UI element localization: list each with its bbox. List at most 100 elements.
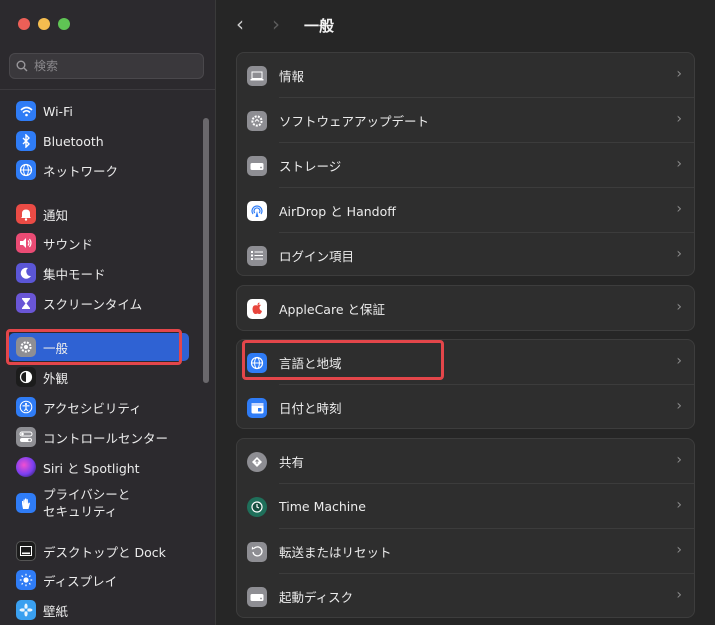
sidebar-scrollbar[interactable] bbox=[203, 118, 209, 383]
sidebar-item-label: 外観 bbox=[43, 370, 69, 386]
reset-icon bbox=[247, 541, 267, 562]
zoom-window-button[interactable] bbox=[58, 18, 70, 30]
row-label: 情報 bbox=[279, 69, 305, 84]
sidebar-item-label: Siri と Spotlight bbox=[43, 460, 140, 476]
sidebar-divider bbox=[0, 89, 215, 90]
time-machine-icon bbox=[247, 496, 267, 517]
update-gear-icon bbox=[247, 110, 267, 131]
row-transfer-reset[interactable]: 転送またはリセット › bbox=[237, 529, 694, 574]
settings-group-sharing: 共有 › Time Machine › 転送またはリセット › 起動ディスク › bbox=[236, 438, 695, 618]
chevron-right-icon: › bbox=[676, 201, 682, 217]
row-airdrop-handoff[interactable]: AirDrop と Handoff › bbox=[237, 188, 694, 233]
row-software-update[interactable]: ソフトウェアアップデート › bbox=[237, 98, 694, 143]
back-chevron-icon[interactable]: ‹ bbox=[236, 12, 244, 36]
chevron-right-icon: › bbox=[676, 111, 682, 127]
airdrop-icon bbox=[247, 200, 267, 221]
row-date-time[interactable]: 日付と時刻 › bbox=[237, 385, 694, 430]
row-about[interactable]: 情報 › bbox=[237, 53, 694, 98]
sidebar-item-label: ネットワーク bbox=[43, 163, 119, 179]
list-icon bbox=[247, 245, 267, 266]
sidebar-item-label: Wi-Fi bbox=[43, 103, 73, 119]
row-login-items[interactable]: ログイン項目 › bbox=[237, 233, 694, 278]
chevron-right-icon: › bbox=[676, 398, 682, 414]
sidebar-item-notifications[interactable]: 通知 bbox=[9, 200, 189, 228]
sidebar-item-sound[interactable]: サウンド bbox=[9, 229, 189, 257]
row-language-region[interactable]: 言語と地域 › bbox=[237, 340, 694, 385]
sidebar: Wi-Fi Bluetooth ネットワーク 通知 サウンド bbox=[0, 0, 216, 625]
search-field[interactable] bbox=[9, 53, 204, 79]
row-label: 日付と時刻 bbox=[279, 401, 342, 416]
sidebar-item-siri-spotlight[interactable]: Siri と Spotlight bbox=[9, 453, 189, 481]
row-storage[interactable]: ストレージ › bbox=[237, 143, 694, 188]
chevron-right-icon: › bbox=[676, 587, 682, 603]
sidebar-item-label: アクセシビリティ bbox=[43, 400, 142, 416]
chevron-right-icon: › bbox=[676, 353, 682, 369]
page-title: 一般 bbox=[304, 17, 335, 35]
sidebar-item-label: デスクトップと Dock bbox=[43, 544, 166, 560]
settings-group-about: 情報 › ソフトウェアアップデート › ストレージ › AirDrop と Ha… bbox=[236, 52, 695, 276]
sidebar-item-label: 集中モード bbox=[43, 266, 106, 282]
chevron-right-icon: › bbox=[676, 542, 682, 558]
flower-icon bbox=[16, 600, 36, 620]
globe-icon bbox=[16, 160, 36, 180]
chevron-right-icon: › bbox=[676, 156, 682, 172]
sidebar-item-label: 一般 bbox=[43, 340, 69, 356]
toolbar: ‹ › 一般 bbox=[216, 0, 715, 50]
apple-icon bbox=[247, 298, 267, 319]
window-controls bbox=[18, 18, 70, 30]
sidebar-item-network[interactable]: ネットワーク bbox=[9, 156, 189, 184]
sidebar-item-label: Bluetooth bbox=[43, 133, 104, 149]
globe-icon bbox=[247, 352, 267, 373]
chevron-right-icon: › bbox=[676, 246, 682, 262]
minimize-window-button[interactable] bbox=[38, 18, 50, 30]
sidebar-item-displays[interactable]: ディスプレイ bbox=[9, 566, 189, 594]
calendar-icon bbox=[247, 397, 267, 418]
sidebar-item-label: コントロールセンター bbox=[43, 430, 169, 446]
settings-window: Wi-Fi Bluetooth ネットワーク 通知 サウンド bbox=[0, 0, 715, 625]
sidebar-item-screen-time[interactable]: スクリーンタイム bbox=[9, 289, 189, 317]
chevron-right-icon: › bbox=[676, 299, 682, 315]
share-icon bbox=[247, 451, 267, 472]
row-label: Time Machine bbox=[279, 499, 366, 514]
sidebar-item-appearance[interactable]: 外観 bbox=[9, 363, 189, 391]
speaker-icon bbox=[16, 233, 36, 253]
sidebar-item-desktop-dock[interactable]: デスクトップと Dock bbox=[9, 537, 189, 565]
row-label: 起動ディスク bbox=[279, 590, 354, 605]
row-time-machine[interactable]: Time Machine › bbox=[237, 484, 694, 529]
bluetooth-icon bbox=[16, 131, 36, 151]
row-label: ログイン項目 bbox=[279, 249, 355, 264]
sidebar-item-wifi[interactable]: Wi-Fi bbox=[9, 97, 189, 125]
forward-chevron-icon[interactable]: › bbox=[272, 12, 280, 36]
gear-icon bbox=[16, 337, 36, 357]
sidebar-item-privacy-security[interactable]: プライバシーと セキュリティ bbox=[9, 483, 189, 523]
row-label: 転送またはリセット bbox=[279, 545, 392, 560]
row-sharing[interactable]: 共有 › bbox=[237, 439, 694, 484]
moon-icon bbox=[16, 263, 36, 283]
laptop-icon bbox=[247, 65, 267, 86]
sidebar-item-control-center[interactable]: コントロールセンター bbox=[9, 423, 189, 451]
sidebar-item-general[interactable]: 一般 bbox=[9, 333, 189, 361]
sidebar-item-focus[interactable]: 集中モード bbox=[9, 259, 189, 287]
sidebar-item-label: プライバシーと セキュリティ bbox=[43, 487, 131, 519]
sidebar-item-accessibility[interactable]: アクセシビリティ bbox=[9, 393, 189, 421]
chevron-right-icon: › bbox=[676, 452, 682, 468]
sidebar-item-bluetooth[interactable]: Bluetooth bbox=[9, 127, 189, 155]
close-window-button[interactable] bbox=[18, 18, 30, 30]
search-icon bbox=[16, 60, 28, 72]
row-label: ソフトウェアアップデート bbox=[279, 114, 430, 129]
chevron-right-icon: › bbox=[676, 66, 682, 82]
search-input[interactable] bbox=[32, 58, 196, 74]
row-applecare[interactable]: AppleCare と保証 › bbox=[237, 286, 694, 331]
chevron-right-icon: › bbox=[676, 497, 682, 513]
bell-icon bbox=[16, 204, 36, 224]
settings-group-language: 言語と地域 › 日付と時刻 › bbox=[236, 339, 695, 429]
row-startup-disk[interactable]: 起動ディスク › bbox=[237, 574, 694, 619]
row-label: ストレージ bbox=[279, 159, 342, 174]
settings-group-applecare: AppleCare と保証 › bbox=[236, 285, 695, 331]
siri-icon bbox=[16, 457, 36, 477]
hourglass-icon bbox=[16, 293, 36, 313]
hand-icon bbox=[16, 493, 36, 513]
row-label: 共有 bbox=[279, 455, 305, 470]
sidebar-item-label: サウンド bbox=[43, 236, 94, 252]
sidebar-item-wallpaper[interactable]: 壁紙 bbox=[9, 596, 189, 624]
